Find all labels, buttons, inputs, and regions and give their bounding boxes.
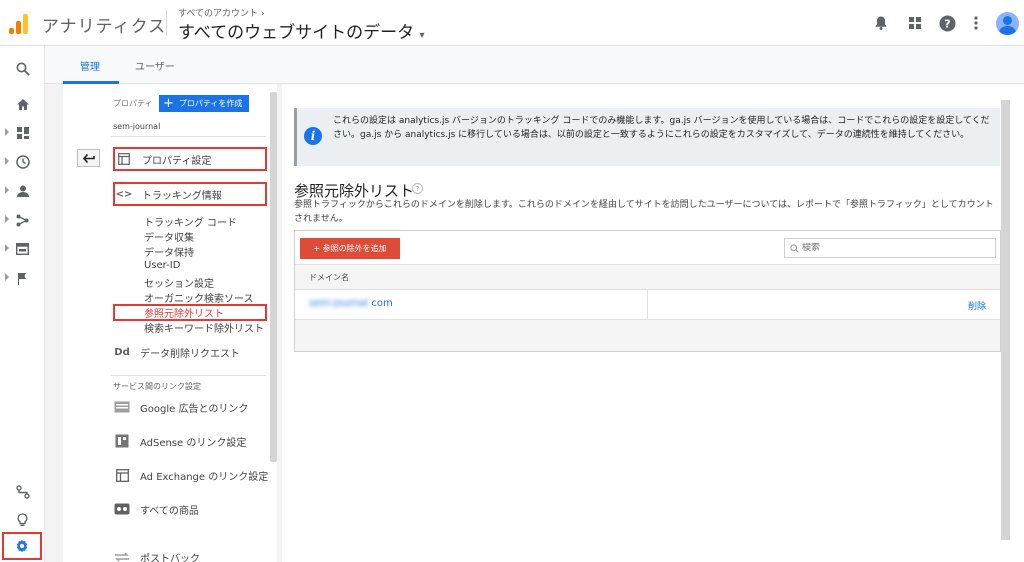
info-icon: i — [304, 127, 322, 145]
code-brackets-icon: <> — [115, 188, 133, 200]
property-name-selector[interactable]: sem-journal — [113, 122, 160, 131]
back-arrow-icon — [82, 153, 95, 163]
sub-session-settings[interactable]: セッション設定 — [144, 275, 214, 290]
sub-search-term-exclusion-list[interactable]: 検索キーワード除外リスト — [144, 320, 264, 335]
more-options-icon[interactable] — [966, 13, 986, 33]
sub-data-collection[interactable]: データ収集 — [144, 229, 194, 244]
link-settings-heading: サービス間のリンク設定 — [113, 382, 201, 391]
app-title: アナリティクス — [42, 17, 167, 37]
postback-icon — [113, 552, 131, 562]
page-description: 参照トラフィックからこれらのドメインを削除します。これらのドメインを経由してサイ… — [294, 200, 994, 224]
admin-settings-highlight[interactable] — [2, 532, 42, 560]
content-scrollbar[interactable] — [1001, 100, 1010, 540]
analytics-logo[interactable] — [8, 12, 30, 34]
nav-tracking-info[interactable]: <> トラッキング情報 — [113, 182, 267, 206]
attribution-icon[interactable] — [0, 480, 45, 504]
property-selector[interactable]: すべてのウェブサイトのデータ ▾ — [178, 18, 425, 43]
sub-data-retention[interactable]: データ保持 — [144, 244, 194, 259]
gear-icon[interactable] — [15, 539, 29, 553]
acquisition-icon[interactable] — [0, 208, 45, 232]
top-bar: アナリティクス すべてのアカウント › すべてのウェブサイトのデータ ▾ ? — [0, 0, 1024, 46]
nav-scrollbar[interactable] — [270, 92, 277, 462]
info-notice-text: これらの設定は analytics.js バージョンのトラッキング コードでのみ… — [333, 116, 990, 140]
search-icon — [790, 243, 799, 253]
nav-all-products[interactable]: すべての商品 — [113, 497, 199, 521]
nav-divider — [111, 375, 266, 376]
help-icon[interactable]: ? — [937, 13, 957, 33]
home-icon[interactable] — [0, 92, 45, 116]
delete-link[interactable]: 削除 — [968, 299, 986, 312]
user-avatar[interactable] — [996, 12, 1019, 35]
nav-adsense-link[interactable]: AdSense のリンク設定 — [113, 429, 246, 453]
tab-admin[interactable]: 管理 — [80, 58, 100, 73]
blurred-domain-text: sem-journal — [309, 298, 369, 309]
table-row: sem-journal com 削除 — [295, 290, 1000, 320]
nav-data-deletion-label: データ削除リクエスト — [140, 348, 240, 360]
customization-icon[interactable] — [0, 121, 45, 145]
nav-divider — [111, 136, 266, 137]
tab-user[interactable]: ユーザー — [135, 58, 175, 73]
create-property-button[interactable]: + プロパティを作成 — [159, 95, 249, 112]
behavior-icon[interactable] — [0, 237, 45, 261]
left-rail — [0, 46, 45, 562]
column-header-domain[interactable]: ドメイン名 — [295, 266, 1000, 290]
search-icon[interactable] — [0, 57, 45, 81]
sub-tracking-code[interactable]: トラッキング コード — [144, 214, 237, 229]
audience-person-icon[interactable] — [0, 179, 45, 203]
ad-exchange-icon — [113, 468, 131, 482]
table-search[interactable] — [784, 238, 996, 258]
svg-text:?: ? — [944, 17, 950, 30]
data-deletion-icon: Dd — [114, 346, 130, 358]
nav-property-settings-label: プロパティ設定 — [142, 155, 212, 167]
back-button[interactable] — [77, 149, 100, 167]
nav-property-settings[interactable]: プロパティ設定 — [113, 147, 267, 171]
sub-referral-exclusion-list[interactable]: 参照元除外リスト — [144, 305, 224, 320]
google-ads-icon — [113, 401, 131, 413]
property-settings-icon — [115, 153, 133, 165]
domain-name-cell: sem-journal com — [309, 298, 393, 309]
sub-user-id[interactable]: User-ID — [144, 260, 180, 271]
nav-tracking-info-label: トラッキング情報 — [142, 190, 222, 202]
notifications-bell-icon[interactable] — [871, 13, 891, 33]
realtime-clock-icon[interactable] — [0, 150, 45, 174]
add-referral-exclusion-button[interactable]: + 参照の除外を追加 — [300, 238, 400, 259]
sub-organic-search-sources[interactable]: オーガニック検索ソース — [144, 290, 254, 305]
domain-suffix: com — [371, 298, 393, 309]
discover-lightbulb-icon[interactable] — [0, 508, 45, 532]
property-label: プロパティ — [113, 99, 153, 108]
apps-grid-icon[interactable] — [905, 13, 925, 33]
nav-data-deletion[interactable]: Dd データ削除リクエスト — [113, 340, 240, 364]
header-divider — [166, 10, 167, 36]
nav-google-ads-link[interactable]: Google 広告とのリンク — [113, 395, 248, 419]
plus-icon: + — [163, 96, 174, 111]
nav-ad-exchange-link[interactable]: Ad Exchange のリンク設定 — [113, 463, 268, 487]
nav-postbacks[interactable]: ポストバック — [113, 545, 200, 562]
search-input[interactable] — [802, 243, 982, 253]
adsense-icon — [113, 434, 131, 448]
cell-divider — [647, 290, 648, 320]
conversions-flag-icon[interactable] — [0, 266, 45, 290]
help-question-icon[interactable]: ? — [412, 183, 423, 194]
all-products-icon — [113, 503, 131, 515]
admin-tabs: 管理 ユーザー — [45, 46, 1024, 84]
